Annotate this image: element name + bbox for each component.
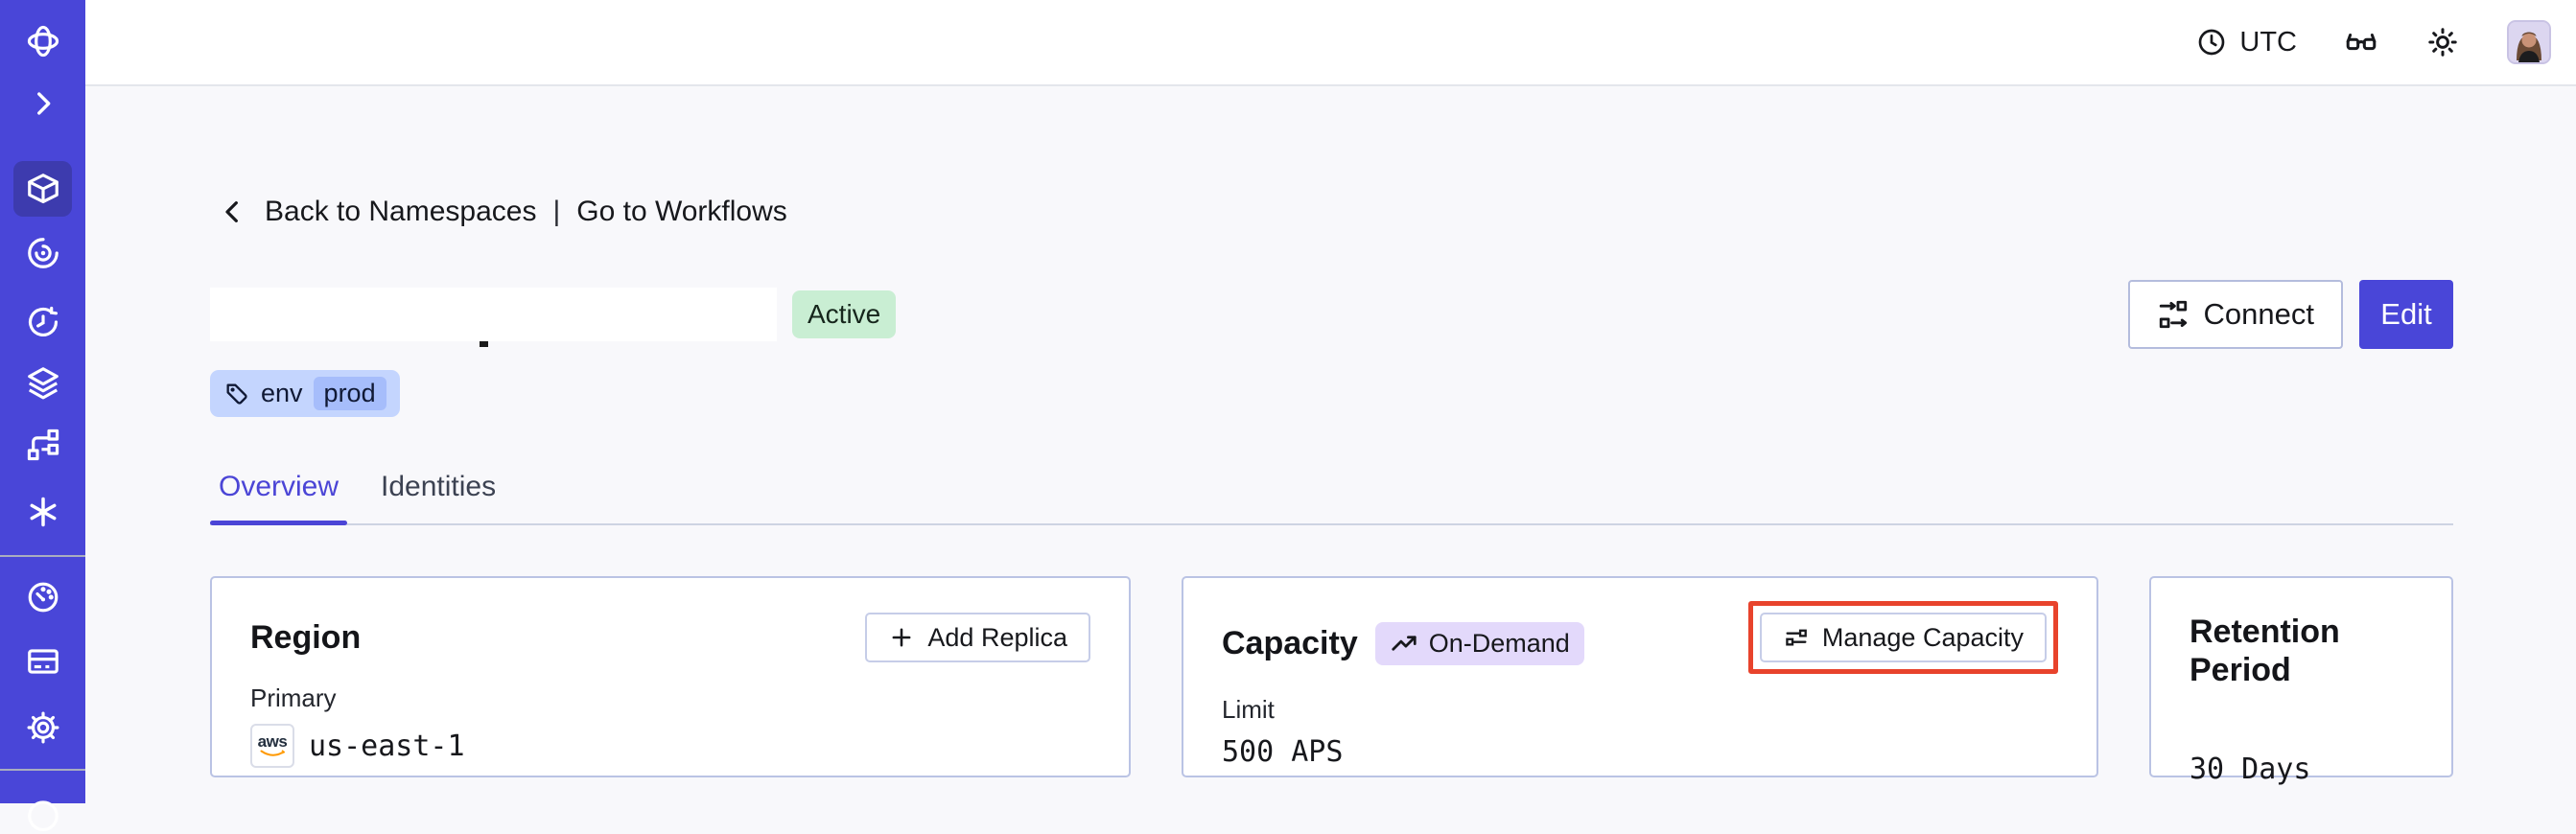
red-annotation-box: Manage Capacity — [1747, 601, 2058, 674]
aws-logo-text: aws — [257, 731, 288, 751]
theme-toggle-sun-icon[interactable] — [2425, 25, 2460, 59]
back-to-namespaces-link[interactable]: Back to Namespaces — [265, 196, 536, 228]
manage-capacity-button[interactable]: Manage Capacity — [1759, 613, 2047, 662]
tag-row: env prod — [210, 370, 2453, 417]
sidebar — [0, 0, 85, 831]
chevron-left-icon[interactable] — [218, 197, 248, 227]
on-demand-badge: On-Demand — [1374, 621, 1584, 665]
status-badge: Active — [792, 290, 897, 339]
main-content: Back to Namespaces | Go to Workflows Act… — [85, 86, 2576, 803]
region-card-title: Region — [250, 619, 362, 656]
schedules-clock-icon[interactable] — [0, 301, 85, 343]
namespace-title-row: Active Connect Edit — [210, 280, 2453, 349]
timezone-label: UTC — [2239, 26, 2297, 58]
temporal-logo-icon[interactable] — [0, 20, 85, 62]
capacity-card: Capacity On-Demand Manage Capacity Limit… — [1182, 576, 2098, 777]
billing-card-icon[interactable] — [0, 640, 85, 683]
retention-card-title: Retention Period — [2190, 614, 2340, 688]
labs-glasses-icon[interactable] — [2344, 25, 2378, 59]
env-tag: env prod — [210, 370, 400, 417]
limit-label: Limit — [1222, 695, 1275, 724]
add-replica-button[interactable]: Add Replica — [865, 613, 1090, 662]
connect-flow-icon — [2159, 300, 2187, 329]
support-circle-icon[interactable] — [0, 792, 85, 834]
connect-button-label: Connect — [2203, 297, 2314, 331]
top-bar: UTC — [85, 0, 2576, 86]
manage-capacity-label: Manage Capacity — [1821, 622, 2024, 652]
redaction-artifact — [480, 341, 488, 347]
namespace-name-redacted — [210, 288, 777, 347]
namespaces-cube-icon[interactable] — [0, 168, 85, 210]
limit-value: 500 APS — [1222, 735, 1344, 769]
breadcrumb: Back to Namespaces | Go to Workflows — [210, 196, 2453, 228]
breadcrumb-separator: | — [552, 196, 561, 227]
nexus-spiral-icon[interactable] — [0, 232, 85, 274]
settings-gear-icon[interactable] — [0, 707, 85, 749]
tab-overview[interactable]: Overview — [210, 471, 348, 525]
connect-button[interactable]: Connect — [2127, 280, 2343, 349]
sidebar-divider — [0, 555, 85, 557]
on-demand-label: On-Demand — [1428, 628, 1570, 658]
retention-card: Retention Period 30 Days — [2149, 576, 2453, 786]
tag-value: prod — [313, 377, 386, 410]
aws-smile-icon — [260, 749, 285, 756]
region-card: Region Add Replica Primary aws us-east-1 — [210, 576, 1131, 777]
namespace-actions: Connect Edit — [2127, 280, 2453, 349]
tab-identities[interactable]: Identities — [372, 471, 504, 523]
timezone-selector[interactable]: UTC — [2196, 27, 2297, 58]
clock-icon — [2199, 29, 2225, 56]
summary-cards: Region Add Replica Primary aws us-east-1… — [210, 576, 2453, 786]
sliders-icon — [1786, 629, 1807, 646]
capacity-card-title: Capacity — [1222, 625, 1358, 661]
layers-stack-icon[interactable] — [0, 361, 85, 404]
edit-button[interactable]: Edit — [2359, 280, 2453, 349]
sidebar-divider — [0, 769, 85, 771]
add-replica-label: Add Replica — [927, 622, 1067, 652]
aws-logo-badge: aws — [250, 724, 294, 768]
region-value: us-east-1 — [309, 729, 465, 763]
retention-value: 30 Days — [2190, 753, 2311, 786]
tag-key: env — [261, 379, 303, 407]
trending-up-icon — [1392, 636, 1417, 651]
user-avatar[interactable] — [2507, 20, 2551, 64]
go-to-workflows-link[interactable]: Go to Workflows — [576, 196, 787, 228]
primary-label: Primary — [250, 683, 337, 712]
tab-bar: Overview Identities — [210, 471, 2453, 525]
asterisk-icon[interactable] — [0, 491, 85, 533]
tag-icon — [226, 383, 247, 405]
expand-sidebar-chevron-icon[interactable] — [0, 82, 85, 125]
plus-icon — [892, 628, 911, 647]
branch-graph-icon[interactable] — [0, 424, 85, 466]
usage-gauge-icon[interactable] — [0, 576, 85, 618]
